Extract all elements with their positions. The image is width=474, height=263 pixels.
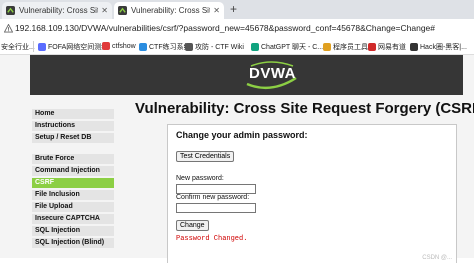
status-message: Password Changed.	[176, 235, 248, 243]
dvwa-favicon-icon	[118, 6, 127, 15]
bookmark-item[interactable]: 安全行业...	[1, 42, 35, 52]
hack-circle-icon	[410, 43, 418, 51]
bookmark-item[interactable]: 程序员工具	[323, 42, 368, 52]
bookmark-label: 安全行业...	[1, 44, 35, 51]
logo-text: DVWA	[249, 65, 296, 82]
watermark: CSDN @...	[422, 255, 452, 261]
csrf-form-box: Change your admin password: Test Credent…	[167, 124, 457, 263]
tab-close-icon[interactable]: ✕	[213, 6, 220, 15]
bookmark-item[interactable]: ctfshow	[102, 42, 136, 50]
content-area: Vulnerability: Cross Site Request Forger…	[135, 100, 474, 263]
sidebar-item-file-upload[interactable]: File Upload	[32, 202, 114, 212]
page-viewport: DVWA Home Instructions Setup / Reset DB …	[0, 55, 474, 263]
new-tab-button[interactable]: +	[230, 2, 237, 16]
sidebar-item-sql-injection-blind[interactable]: SQL Injection (Blind)	[32, 238, 114, 248]
sidebar-item-sql-injection[interactable]: SQL Injection	[32, 226, 114, 236]
bookmark-label: 攻防 - CTF Wiki	[195, 44, 244, 51]
sidebar-item-instructions[interactable]: Instructions	[32, 121, 114, 131]
sidebar-item-command-injection[interactable]: Command Injection	[32, 166, 114, 176]
sidebar-item-home[interactable]: Home	[32, 109, 114, 119]
chatgpt-icon	[251, 43, 259, 51]
tab-title: Vulnerability: Cross Site Reque	[19, 6, 98, 15]
not-secure-icon[interactable]	[4, 24, 13, 33]
browser-tab-bar: Vulnerability: Cross Site Reque ✕ Vulner…	[0, 0, 474, 19]
ctf-system-icon	[139, 43, 147, 51]
sidebar-menu: Home Instructions Setup / Reset DB Brute…	[32, 109, 114, 250]
page-title: Vulnerability: Cross Site Request Forger…	[135, 100, 474, 117]
sidebar-item-brute-force[interactable]: Brute Force	[32, 154, 114, 164]
main-area: Home Instructions Setup / Reset DB Brute…	[30, 95, 474, 263]
sidebar-item-setup-reset-db[interactable]: Setup / Reset DB	[32, 133, 114, 143]
dvwa-favicon-icon	[6, 6, 15, 15]
test-credentials-button[interactable]: Test Credentials	[176, 151, 235, 162]
sidebar-item-file-inclusion[interactable]: File Inclusion	[32, 190, 114, 200]
bookmark-label: ctfshow	[112, 42, 136, 50]
browser-tab-1[interactable]: Vulnerability: Cross Site Reque ✕	[2, 2, 112, 19]
ctfshow-icon	[102, 42, 110, 50]
sidebar-item-csrf[interactable]: CSRF	[32, 178, 114, 188]
bookmark-label: FOFA网络空间测绘	[48, 44, 109, 51]
bookmark-label: 网易有道	[378, 44, 406, 51]
dvwa-logo: DVWA	[245, 60, 298, 90]
tab-close-icon[interactable]: ✕	[101, 6, 108, 15]
dev-tools-icon	[323, 43, 331, 51]
bookmark-label: ChatGPT 聊天 - C...	[261, 44, 324, 51]
bookmark-label: 程序员工具	[333, 44, 368, 51]
form-heading: Change your admin password:	[176, 130, 308, 140]
dvwa-header: DVWA	[30, 55, 463, 95]
new-password-label: New password:	[176, 175, 224, 182]
bookmark-item[interactable]: Hack圈-黑客|...	[410, 42, 467, 52]
bookmark-item[interactable]: CTF练习系统	[139, 42, 191, 52]
ctf-wiki-icon	[185, 43, 193, 51]
tab-title: Vulnerability: Cross Site Reque	[131, 6, 210, 15]
browser-tab-2[interactable]: Vulnerability: Cross Site Reque ✕	[114, 2, 224, 19]
bookmarks-bar: 安全行业... FOFA网络空间测绘 ctfshow CTF练习系统 攻防 - …	[0, 39, 474, 55]
sidebar-item-insecure-captcha[interactable]: Insecure CAPTCHA	[32, 214, 114, 224]
bookmark-item[interactable]: FOFA网络空间测绘	[38, 42, 108, 52]
fofa-icon	[38, 43, 46, 51]
address-bar[interactable]: 192.168.109.130/DVWA/vulnerabilities/csr…	[0, 19, 474, 40]
bookmark-divider	[33, 41, 34, 52]
bookmark-item[interactable]: 网易有道	[368, 42, 406, 52]
confirm-password-field[interactable]	[176, 203, 256, 213]
url-text[interactable]: 192.168.109.130/DVWA/vulnerabilities/csr…	[15, 23, 435, 33]
bookmark-label: Hack圈-黑客|...	[420, 44, 467, 51]
youdao-icon	[368, 43, 376, 51]
change-button[interactable]: Change	[176, 220, 209, 231]
bookmark-item[interactable]: 攻防 - CTF Wiki	[185, 42, 244, 52]
bookmark-item[interactable]: ChatGPT 聊天 - C...	[251, 42, 323, 52]
new-password-field[interactable]	[176, 184, 256, 194]
confirm-password-label: Confirm new password:	[176, 194, 250, 201]
